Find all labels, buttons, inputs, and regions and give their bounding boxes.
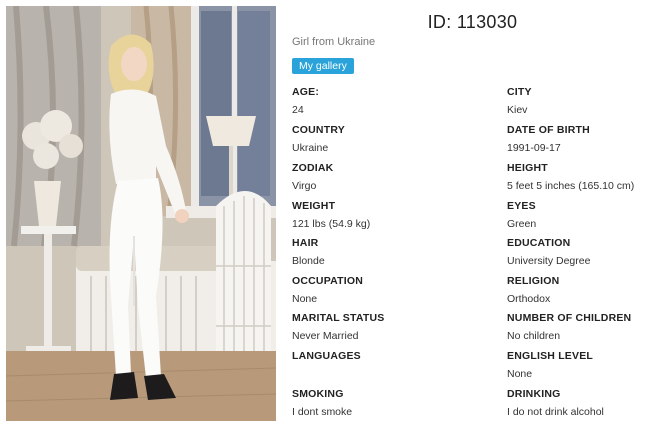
- field-label: COUNTRY: [292, 124, 345, 136]
- field-label: EDUCATION: [507, 237, 571, 249]
- my-gallery-button[interactable]: My gallery: [292, 58, 354, 74]
- field-value: Kiev: [507, 104, 528, 116]
- field-occupation: OCCUPATION None: [292, 275, 363, 305]
- field-hair: HAIR Blonde: [292, 237, 325, 267]
- field-city: CITY Kiev: [507, 86, 532, 116]
- profile-photo[interactable]: [6, 6, 276, 421]
- field-smoking: SMOKING I dont smoke: [292, 388, 352, 418]
- field-height: HEIGHT 5 feet 5 inches (165.10 cm): [507, 162, 634, 192]
- field-label: ENGLISH LEVEL: [507, 350, 594, 362]
- field-country: COUNTRY Ukraine: [292, 124, 345, 154]
- profile-id: ID: 113030: [427, 12, 518, 32]
- field-value: I do not drink alcohol: [507, 406, 604, 418]
- field-weight: WEIGHT 121 lbs (54.9 kg): [292, 200, 370, 230]
- field-age: AGE: 24: [292, 86, 319, 116]
- field-value: Virgo: [292, 180, 317, 192]
- field-value: University Degree: [507, 255, 591, 267]
- field-value: 121 lbs (54.9 kg): [292, 218, 371, 230]
- field-english-level: ENGLISH LEVEL None: [507, 350, 593, 380]
- field-label: NUMBER OF CHILDREN: [507, 312, 632, 324]
- field-value: Never Married: [292, 330, 359, 342]
- field-languages: LANGUAGES: [292, 350, 361, 368]
- field-value: No children: [507, 330, 561, 342]
- field-number-of-children: NUMBER OF CHILDREN No children: [507, 312, 631, 342]
- field-drinking: DRINKING I do not drink alcohol: [507, 388, 604, 418]
- field-label: DRINKING: [507, 388, 561, 400]
- field-value: None: [292, 293, 318, 305]
- field-date-of-birth: DATE OF BIRTH 1991-09-17: [507, 124, 590, 154]
- field-value: Green: [507, 218, 537, 230]
- field-value: Ukraine: [292, 142, 329, 154]
- field-label: WEIGHT: [292, 200, 336, 212]
- field-marital-status: MARITAL STATUS Never Married: [292, 312, 384, 342]
- profile-photo-image: [6, 6, 276, 421]
- field-label: HEIGHT: [507, 162, 548, 174]
- field-label: RELIGION: [507, 275, 560, 287]
- field-value: 1991-09-17: [507, 142, 561, 154]
- field-value: 24: [292, 104, 304, 116]
- field-eyes: EYES Green: [507, 200, 536, 230]
- field-zodiak: ZODIAK Virgo: [292, 162, 333, 192]
- field-label: OCCUPATION: [292, 275, 364, 287]
- field-education: EDUCATION University Degree: [507, 237, 590, 267]
- field-label: DATE OF BIRTH: [507, 124, 590, 136]
- profile-subtitle: Girl from Ukraine: [292, 36, 376, 48]
- field-label: LANGUAGES: [292, 350, 361, 362]
- field-value: 5 feet 5 inches (165.10 cm): [507, 180, 635, 192]
- field-label: ZODIAK: [292, 162, 334, 174]
- field-value: None: [507, 368, 533, 380]
- field-value: Orthodox: [507, 293, 551, 305]
- field-religion: RELIGION Orthodox: [507, 275, 559, 305]
- field-label: EYES: [507, 200, 536, 212]
- field-value: I dont smoke: [292, 406, 353, 418]
- field-label: HAIR: [292, 237, 319, 249]
- field-label: AGE:: [292, 86, 320, 98]
- field-label: MARITAL STATUS: [292, 312, 385, 324]
- field-value: Blonde: [292, 255, 325, 267]
- field-label: SMOKING: [292, 388, 344, 400]
- field-label: CITY: [507, 86, 532, 98]
